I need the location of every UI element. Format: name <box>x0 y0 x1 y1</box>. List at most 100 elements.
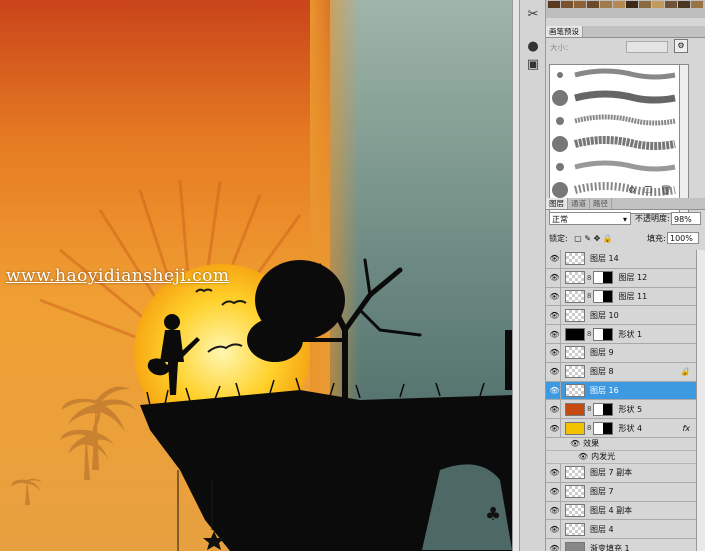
eye-icon[interactable]: 👁 <box>549 291 560 303</box>
layer-mask-thumbnail <box>593 327 614 341</box>
color-swatch[interactable] <box>665 1 677 8</box>
layer-name: 图层 9 <box>590 348 614 358</box>
document-canvas[interactable]: ♣ www.haoyidiansheji.com <box>0 0 512 551</box>
brush-size-field[interactable] <box>626 41 668 53</box>
tab-brush-presets[interactable]: 画笔预设 <box>546 26 583 37</box>
eye-icon[interactable]: 👁 <box>549 504 560 516</box>
layers-scrollbar[interactable] <box>696 250 705 551</box>
layer-thumbnail <box>565 421 585 435</box>
tab-paths[interactable]: 路径 <box>590 198 612 209</box>
eye-icon[interactable]: 👁 <box>578 452 588 461</box>
layer-row[interactable]: 👁 图层 16 <box>546 381 696 401</box>
opacity-field[interactable]: 98% <box>671 212 701 225</box>
effects-label: 效果 <box>583 439 600 449</box>
layer-row[interactable]: 👁 图层 14 <box>546 250 696 269</box>
layer-row[interactable]: 👁 图层 9 <box>546 343 696 363</box>
layer-thumbnail <box>565 365 585 379</box>
tab-channels[interactable]: 通道 <box>568 198 590 209</box>
eye-icon[interactable]: 👁 <box>549 486 560 498</box>
eye-icon[interactable]: 👁 <box>549 467 560 479</box>
inner-glow-row[interactable]: 👁 内发光 <box>546 451 696 464</box>
layer-name: 图层 4 副本 <box>590 505 633 515</box>
eye-icon[interactable]: 👁 <box>549 328 560 340</box>
eye-icon[interactable]: 👁 <box>549 347 560 359</box>
color-swatch[interactable] <box>691 1 703 8</box>
blend-mode-select[interactable]: 正常 ▾ <box>549 212 631 225</box>
lock-icon: 🔒 <box>680 367 690 377</box>
layer-row[interactable]: 👁 图层 4 <box>546 520 696 540</box>
eye-icon[interactable]: 👁 <box>549 309 560 321</box>
scissors-icon[interactable]: ✂ <box>525 6 541 22</box>
layer-thumbnail <box>565 252 585 266</box>
layer-row[interactable]: 👁 图层 7 <box>546 482 696 502</box>
color-swatch[interactable] <box>561 1 573 8</box>
panel-toolstrip: ✂ ● ▣ <box>520 0 546 551</box>
square-tool-icon[interactable]: ▣ <box>525 56 541 72</box>
lock-transparency-icon[interactable]: ▢ <box>574 234 582 243</box>
color-swatch[interactable] <box>574 1 586 8</box>
eye-icon[interactable]: 👁 <box>549 403 560 415</box>
canvas-scrollbar[interactable] <box>512 0 520 551</box>
layer-name: 图层 8 <box>590 367 614 377</box>
layer-row[interactable]: 👁 8 图层 12 <box>546 268 696 288</box>
link-icon[interactable]: 8 <box>587 292 591 300</box>
eye-icon[interactable]: 👁 <box>549 384 560 396</box>
lock-all-icon[interactable]: 🔒 <box>603 234 613 243</box>
layer-row[interactable]: 👁 8 形状 4 fx <box>546 419 696 438</box>
lock-image-icon[interactable]: ✎ <box>584 234 591 243</box>
color-swatch[interactable] <box>626 1 638 8</box>
circle-tool-icon[interactable]: ● <box>525 38 541 54</box>
layer-row[interactable]: 👁 图层 8 🔒 <box>546 362 696 382</box>
layer-name: 图层 14 <box>590 254 619 264</box>
layer-thumbnail <box>565 466 585 480</box>
eye-icon[interactable]: 👁 <box>549 542 560 551</box>
delete-icon[interactable]: 🗑 <box>660 186 671 196</box>
brush-list-scrollbar[interactable] <box>679 64 689 214</box>
layer-thumbnail <box>565 503 585 517</box>
layer-row[interactable]: 👁 8 形状 1 <box>546 325 696 344</box>
layer-thumbnail <box>565 522 585 536</box>
link-icon[interactable]: 8 <box>587 274 591 282</box>
eye-icon[interactable]: 👁 <box>549 523 560 535</box>
layer-row[interactable]: 👁 图层 10 <box>546 306 696 326</box>
tab-layers[interactable]: 图层 <box>546 198 568 209</box>
layer-row[interactable]: 👁 渐变填充 1 <box>546 539 696 551</box>
effects-row[interactable]: 👁 效果 <box>546 438 696 451</box>
layer-name: 形状 1 <box>618 329 643 339</box>
lock-position-icon[interactable]: ✥ <box>594 234 601 243</box>
color-swatch[interactable] <box>652 1 664 8</box>
chevron-down-icon: ▾ <box>622 215 627 224</box>
layer-row[interactable]: 👁 图层 4 副本 <box>546 501 696 521</box>
layer-row[interactable]: 👁 8 图层 11 <box>546 287 696 307</box>
create-new-icon[interactable]: ❐ <box>644 186 652 196</box>
color-swatch[interactable] <box>613 1 625 8</box>
fill-field[interactable]: 100% <box>667 232 699 244</box>
svg-text:♣: ♣ <box>485 504 501 525</box>
blend-mode-value: 正常 <box>552 215 568 224</box>
eye-icon[interactable]: 👁 <box>570 439 580 448</box>
layer-mask-thumbnail <box>593 271 614 285</box>
layer-row[interactable]: 👁 图层 7 副本 <box>546 463 696 483</box>
eye-icon[interactable]: 👁 <box>549 253 560 265</box>
fx-icon[interactable]: fx <box>682 424 690 433</box>
layer-list: 👁 图层 14 👁 8 图层 12 👁 8 图层 11 👁 图层 10 👁 8 形状 1 👁 图层 9 👁 图层… <box>546 250 696 551</box>
eye-icon[interactable]: 👁 <box>549 272 560 284</box>
eye-icon[interactable]: 👁 <box>549 422 560 434</box>
layer-mask-thumbnail <box>593 289 614 303</box>
color-swatch[interactable] <box>548 1 560 8</box>
color-swatch[interactable] <box>587 1 599 8</box>
brush-size-label: 大小： <box>550 43 573 52</box>
eye-icon[interactable]: 👁 <box>549 366 560 378</box>
brush-panel-icon[interactable]: ⚙ <box>674 39 688 53</box>
link-icon[interactable]: 8 <box>587 405 591 413</box>
brush-presets-panel: 画笔预设 大小： ⚙ ⚙ ❐ 🗑 <box>546 26 705 214</box>
color-swatch[interactable] <box>678 1 690 8</box>
link-icon[interactable]: 8 <box>587 424 591 432</box>
color-swatch[interactable] <box>639 1 651 8</box>
right-panel: 画笔预设 大小： ⚙ ⚙ ❐ 🗑 图层 通道 路径 正常 ▾ 不透明度: 98%… <box>546 0 705 551</box>
link-icon[interactable]: 8 <box>587 330 591 338</box>
layer-row[interactable]: 👁 8 形状 5 <box>546 400 696 420</box>
brush-panel-icon-small[interactable]: ⚙ <box>628 186 636 196</box>
layer-thumbnail <box>565 485 585 499</box>
color-swatch[interactable] <box>600 1 612 8</box>
